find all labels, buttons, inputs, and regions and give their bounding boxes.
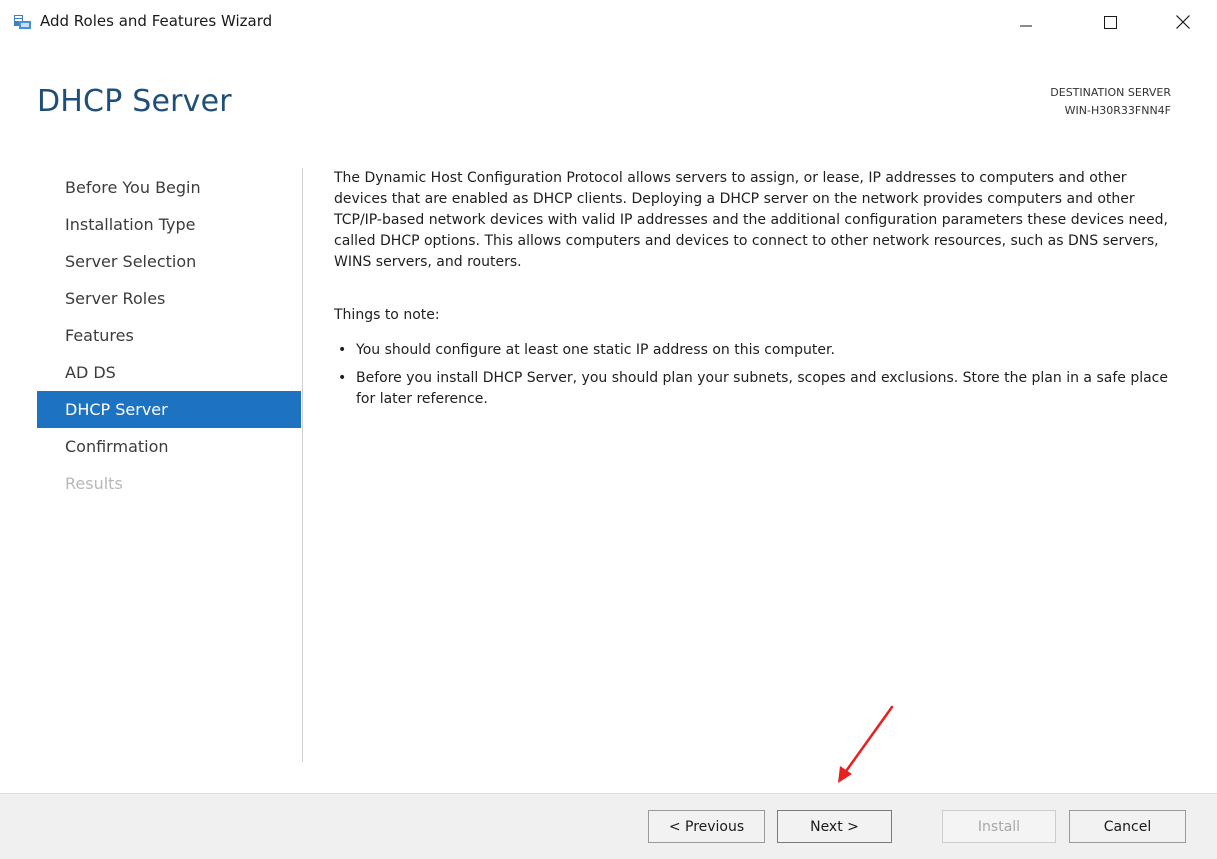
bullet-icon: • bbox=[338, 370, 347, 386]
content-panel: The Dynamic Host Configuration Protocol … bbox=[334, 168, 1174, 417]
destination-server-value: WIN-H30R33FNN4F bbox=[1064, 104, 1171, 117]
nav-item-dhcp-server[interactable]: DHCP Server bbox=[37, 391, 301, 428]
list-item: • Before you install DHCP Server, you sh… bbox=[334, 368, 1174, 410]
page-title: DHCP Server bbox=[37, 84, 232, 119]
maximize-button[interactable] bbox=[1087, 0, 1133, 44]
nav-item-installation-type[interactable]: Installation Type bbox=[37, 206, 301, 243]
nav-item-results: Results bbox=[65, 474, 123, 493]
next-button[interactable]: Next > bbox=[777, 810, 892, 843]
notes-list: • You should configure at least one stat… bbox=[334, 340, 1174, 410]
nav-item-before-you-begin[interactable]: Before You Begin bbox=[37, 169, 301, 206]
destination-server-label: DESTINATION SERVER bbox=[1050, 86, 1171, 99]
nav-item-ad-ds[interactable]: AD DS bbox=[37, 354, 301, 391]
note-text: You should configure at least one static… bbox=[356, 342, 835, 358]
minimize-icon bbox=[1020, 25, 1032, 27]
server-manager-icon bbox=[13, 13, 32, 30]
intro-paragraph: The Dynamic Host Configuration Protocol … bbox=[334, 170, 1168, 270]
previous-button[interactable]: < Previous bbox=[648, 810, 765, 843]
nav-item-features[interactable]: Features bbox=[37, 317, 301, 354]
note-text: Before you install DHCP Server, you shou… bbox=[356, 370, 1168, 407]
install-button: Install bbox=[942, 810, 1056, 843]
close-icon bbox=[1176, 15, 1190, 29]
nav-item-server-roles[interactable]: Server Roles bbox=[37, 280, 301, 317]
cancel-button[interactable]: Cancel bbox=[1069, 810, 1186, 843]
bullet-icon: • bbox=[338, 342, 347, 358]
maximize-icon bbox=[1103, 15, 1117, 29]
list-item: • You should configure at least one stat… bbox=[334, 340, 1174, 361]
nav-item-server-selection[interactable]: Server Selection bbox=[37, 243, 301, 280]
things-to-note-heading: Things to note: bbox=[334, 307, 440, 323]
minimize-button[interactable] bbox=[1003, 0, 1049, 44]
title-bar: Add Roles and Features Wizard bbox=[0, 0, 1217, 44]
annotation-arrow-icon bbox=[838, 705, 894, 783]
window-title: Add Roles and Features Wizard bbox=[40, 12, 273, 30]
wizard-steps-nav: Before You Begin Installation Type Serve… bbox=[37, 169, 301, 502]
nav-item-confirmation[interactable]: Confirmation bbox=[37, 428, 301, 465]
sidebar-divider bbox=[302, 168, 303, 762]
close-button[interactable] bbox=[1160, 0, 1206, 44]
